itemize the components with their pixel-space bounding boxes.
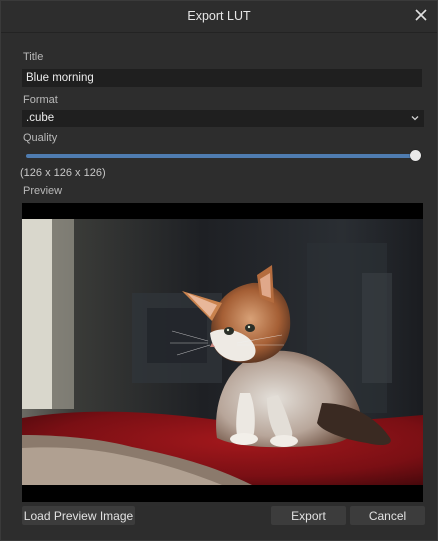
kitten-photo [22, 219, 423, 485]
format-select[interactable]: .cube [22, 110, 424, 127]
quality-slider-track[interactable] [26, 154, 416, 158]
close-icon[interactable] [413, 7, 429, 23]
preview-label: Preview [23, 185, 63, 197]
format-selected-value: .cube [26, 112, 55, 124]
lut-dimensions: (126 x 126 x 126) [20, 167, 106, 179]
dialog-title: Export LUT [187, 9, 251, 23]
cancel-button[interactable]: Cancel [350, 506, 425, 525]
export-button[interactable]: Export [271, 506, 346, 525]
export-lut-dialog: Export LUT Title Blue morning Format .cu… [0, 0, 438, 541]
quality-label: Quality [23, 132, 58, 144]
load-preview-image-button[interactable]: Load Preview Image [22, 506, 135, 525]
title-label: Title [23, 51, 44, 63]
chevron-down-icon [411, 116, 419, 121]
preview-image [22, 203, 423, 502]
title-input[interactable]: Blue morning [22, 69, 422, 87]
title-bar: Export LUT [1, 1, 437, 33]
format-label: Format [23, 94, 58, 106]
quality-slider-thumb[interactable] [410, 150, 421, 161]
